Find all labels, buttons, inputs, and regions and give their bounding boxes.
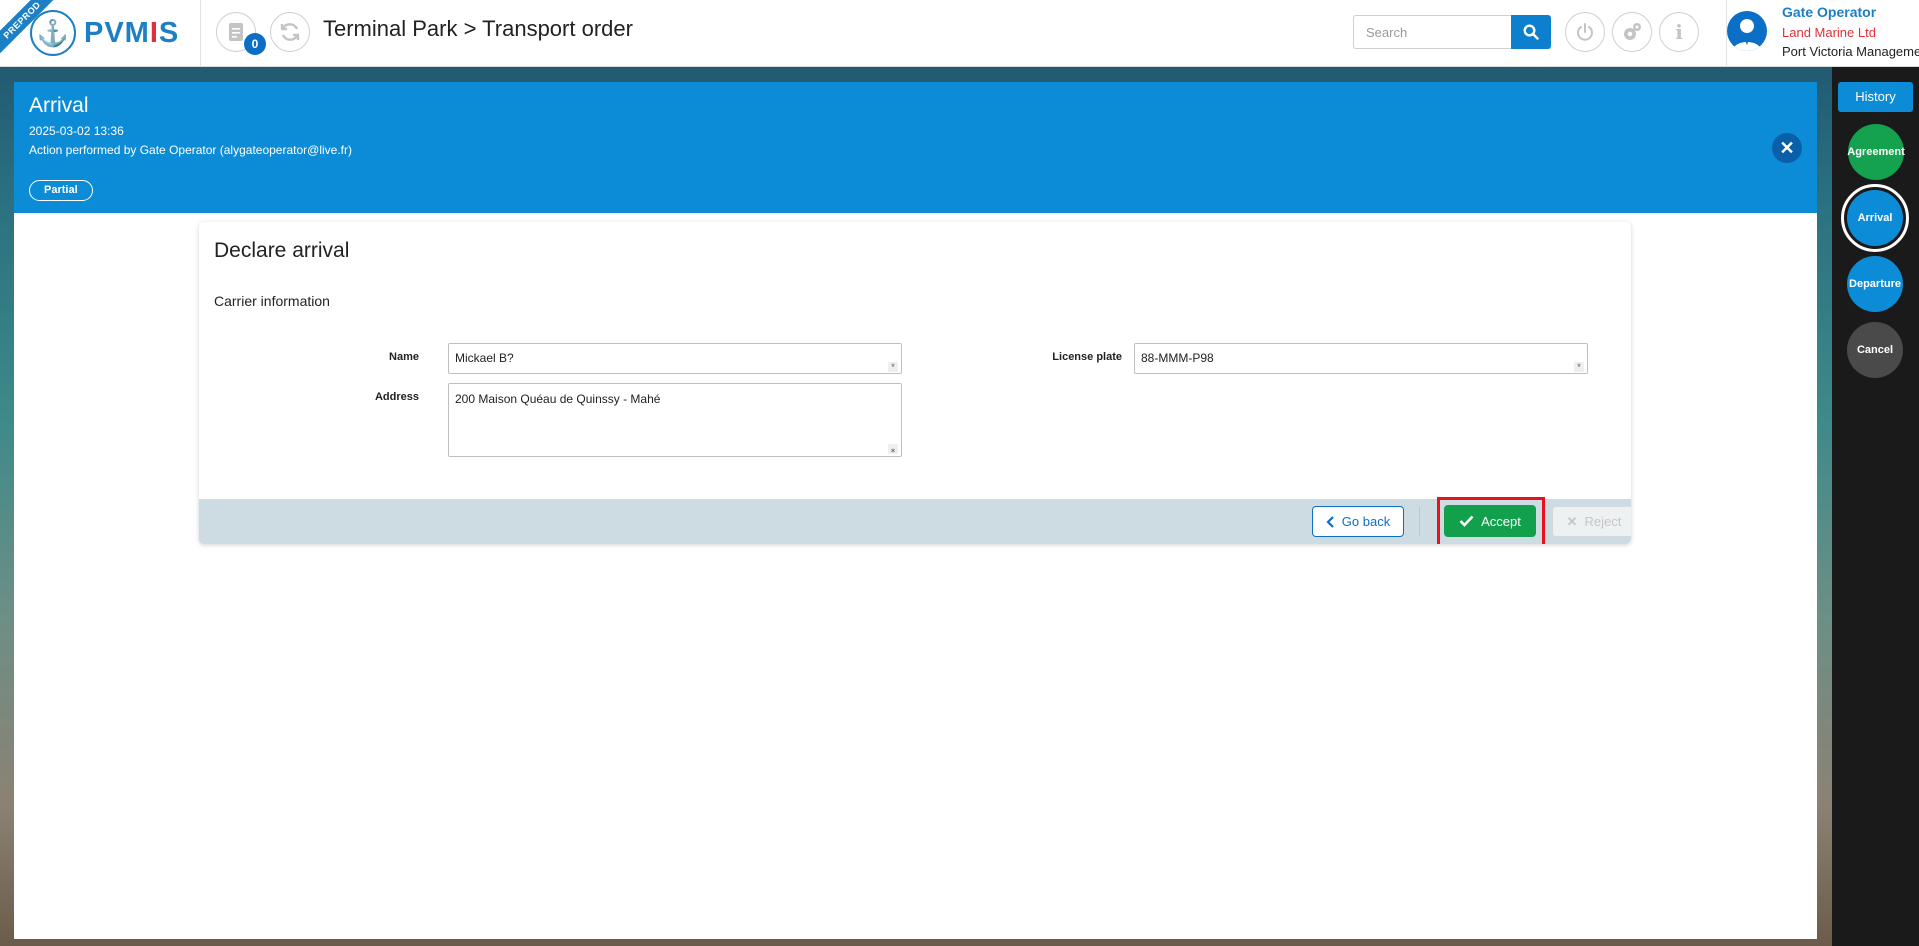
card-title: Declare arrival bbox=[214, 239, 350, 262]
go-back-button[interactable]: Go back bbox=[1312, 506, 1404, 537]
main-panel: Arrival 2025-03-02 13:36 Action performe… bbox=[14, 82, 1817, 939]
info-button[interactable]: i bbox=[1659, 12, 1699, 52]
notification-count-badge: 0 bbox=[244, 33, 266, 55]
close-icon: ✕ bbox=[1779, 138, 1795, 158]
user-organization: Port Victoria Management bbox=[1782, 44, 1919, 59]
address-label: Address bbox=[374, 391, 419, 403]
user-icon bbox=[1733, 19, 1761, 51]
reject-button[interactable]: ✕ Reject bbox=[1552, 506, 1631, 537]
app-logo[interactable]: ⚓ PVMIS bbox=[30, 10, 179, 56]
close-button[interactable]: ✕ bbox=[1772, 133, 1802, 163]
info-icon: i bbox=[1675, 20, 1683, 44]
step-arrival[interactable]: Arrival bbox=[1847, 190, 1903, 246]
license-plate-label: License plate bbox=[1052, 351, 1122, 363]
banner-action-info: Action performed by Gate Operator (alyga… bbox=[29, 143, 352, 157]
user-role: Gate Operator bbox=[1782, 4, 1877, 20]
document-icon bbox=[229, 23, 243, 41]
card-footer: Go back Accept ✕ Reject bbox=[199, 497, 1631, 544]
required-marker-icon: * bbox=[1574, 362, 1584, 372]
history-button[interactable]: History bbox=[1838, 82, 1913, 112]
section-title: Carrier information bbox=[214, 293, 330, 309]
status-badge: Partial bbox=[29, 180, 93, 201]
resize-handle-icon[interactable]: ⁎ bbox=[888, 444, 898, 454]
step-cancel[interactable]: Cancel bbox=[1847, 322, 1903, 378]
x-icon: ✕ bbox=[1566, 513, 1578, 529]
logo-text: PVMIS bbox=[84, 16, 180, 49]
settings-button[interactable] bbox=[1612, 12, 1652, 52]
accept-button[interactable]: Accept bbox=[1444, 505, 1536, 537]
search-icon bbox=[1523, 24, 1539, 40]
refresh-icon bbox=[280, 23, 300, 41]
anchor-icon: ⚓ bbox=[30, 10, 76, 56]
user-company: Land Marine Ltd bbox=[1782, 25, 1876, 40]
logout-button[interactable] bbox=[1565, 12, 1605, 52]
step-agreement[interactable]: Agreement bbox=[1847, 124, 1905, 180]
search-input[interactable] bbox=[1353, 15, 1512, 49]
declare-arrival-card: Declare arrival Carrier information Name… bbox=[199, 222, 1631, 544]
required-marker-icon: * bbox=[888, 362, 898, 372]
name-field[interactable]: Mickael B? bbox=[448, 343, 902, 374]
page-title: Terminal Park > Transport order bbox=[323, 16, 633, 41]
refresh-button[interactable] bbox=[270, 12, 310, 52]
app-header: PREPROD ⚓ PVMIS 0 Terminal Park > Transp… bbox=[0, 0, 1919, 67]
check-icon bbox=[1459, 515, 1474, 527]
name-label: Name bbox=[389, 351, 419, 363]
step-departure[interactable]: Departure bbox=[1847, 256, 1903, 312]
search-button[interactable] bbox=[1511, 15, 1551, 49]
banner-title: Arrival bbox=[29, 94, 89, 117]
power-icon bbox=[1577, 23, 1593, 41]
header-divider bbox=[200, 0, 201, 67]
address-field[interactable]: 200 Maison Quéau de Quinssy - Mahé bbox=[448, 383, 902, 457]
footer-divider bbox=[1419, 507, 1420, 536]
banner-date: 2025-03-02 13:36 bbox=[29, 124, 124, 138]
gears-icon bbox=[1624, 23, 1641, 40]
chevron-left-icon bbox=[1326, 515, 1334, 528]
avatar[interactable] bbox=[1727, 11, 1767, 51]
license-plate-field[interactable]: 88-MMM-P98 bbox=[1134, 343, 1588, 374]
arrival-banner: Arrival 2025-03-02 13:36 Action performe… bbox=[14, 82, 1817, 213]
